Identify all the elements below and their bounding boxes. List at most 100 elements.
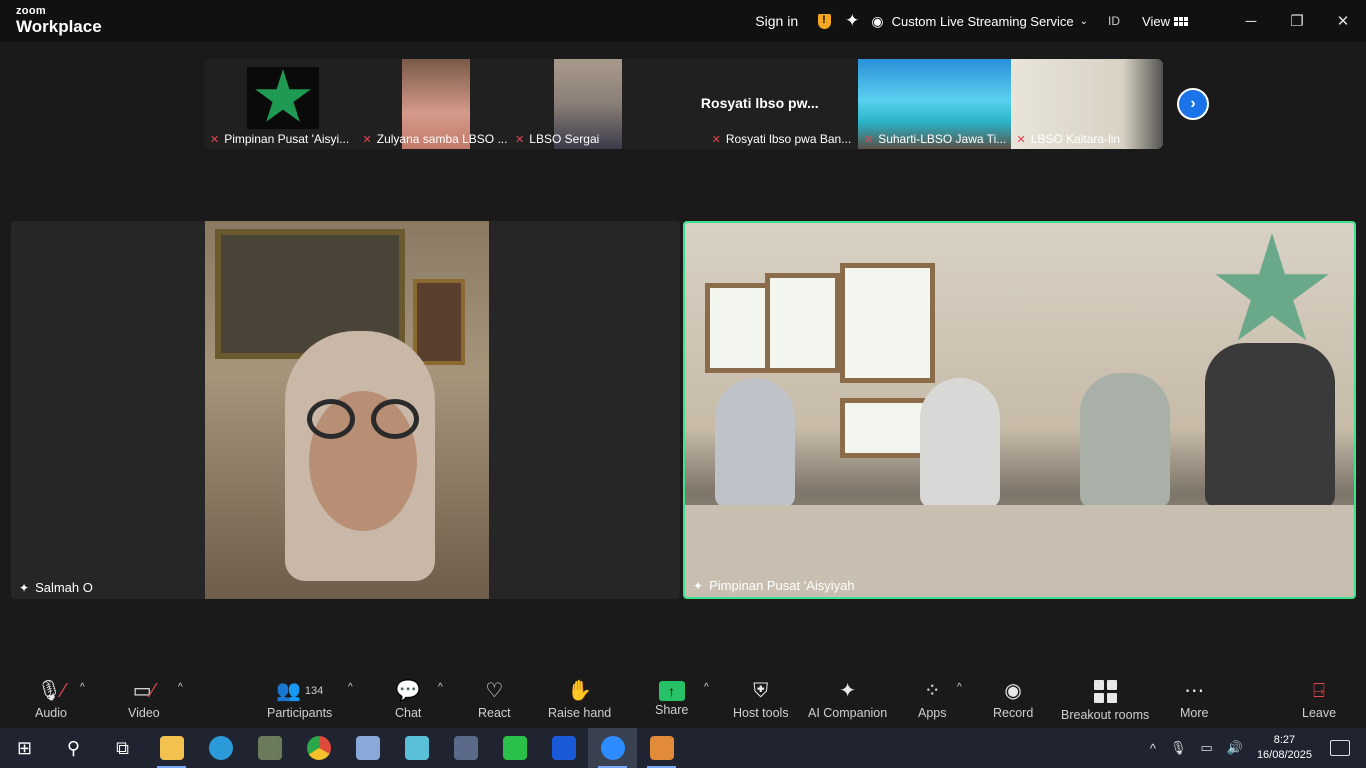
view-grid-icon[interactable] — [1174, 16, 1188, 26]
green-app-button[interactable] — [490, 728, 539, 768]
microphone-icon[interactable]: 🎙 — [1170, 740, 1187, 756]
muted-mic-icon: ✕ — [1016, 133, 1026, 146]
chevron-down-icon[interactable]: ⌄ — [1080, 16, 1088, 27]
react-button[interactable]: ♡ React — [478, 678, 511, 720]
logo-top-text: zoom — [16, 5, 46, 17]
participants-button[interactable]: 👥 134 Participants — [267, 678, 332, 720]
share-options-caret[interactable]: ^ — [704, 682, 709, 693]
media-app-button[interactable] — [637, 728, 686, 768]
video-tile-right-active-speaker[interactable]: ✦ Pimpinan Pusat 'Aisyiyah — [683, 221, 1356, 599]
logo-bottom-text: Workplace — [16, 17, 102, 36]
participant-video — [685, 223, 1354, 597]
apps-options-caret[interactable]: ^ — [957, 682, 962, 693]
notification-icon[interactable] — [1330, 740, 1350, 756]
aisyiyah-emblem-icon — [247, 67, 319, 129]
participant-thumbnail[interactable]: ✕ LBSO Kaltara-lin — [1010, 59, 1163, 149]
chat-button[interactable]: 💬 Chat — [395, 678, 421, 720]
participant-name: ✕ Rosyati lbso pwa Ban... — [711, 132, 852, 146]
blue-app-button[interactable] — [539, 728, 588, 768]
leave-button[interactable]: ⍈ Leave — [1302, 678, 1336, 720]
system-clock[interactable]: 8:27 16/08/2025 — [1257, 733, 1312, 763]
participants-options-caret[interactable]: ^ — [348, 682, 353, 693]
file-explorer-button[interactable] — [147, 728, 196, 768]
video-button[interactable]: ▭⁄ Video — [128, 678, 160, 720]
task-view-button[interactable]: ⧉ — [98, 728, 147, 768]
apps-button[interactable]: ⁘ Apps — [918, 678, 947, 720]
search-button[interactable]: ⚲ — [49, 728, 98, 768]
chat-options-caret[interactable]: ^ — [438, 682, 443, 693]
more-button[interactable]: ⋯ More — [1180, 678, 1208, 720]
notes-button[interactable] — [392, 728, 441, 768]
share-arrow-icon: ↑ — [658, 681, 685, 701]
zoom-workplace-logo: zoom Workplace — [16, 5, 102, 36]
restore-button[interactable]: ❐ — [1274, 0, 1320, 42]
shield-icon: ⛨ — [753, 680, 769, 702]
app-icon — [257, 736, 282, 760]
hand-icon: ✋ — [567, 680, 593, 702]
participant-thumbnail[interactable]: Rosyati lbso pw... ✕ Rosyati lbso pwa Ban… — [661, 59, 858, 149]
aisyiyah-emblem-icon — [1215, 233, 1329, 341]
participant-name-label: ✦ Pimpinan Pusat 'Aisyiyah — [693, 578, 855, 593]
ai-sparkle-icon[interactable]: ✦ — [845, 11, 859, 31]
host-tools-button[interactable]: ⛨ Host tools — [733, 678, 789, 720]
more-dots-icon: ⋯ — [1184, 680, 1205, 702]
volume-icon[interactable]: 🔊 — [1227, 740, 1243, 756]
chevron-right-icon: › — [1190, 95, 1196, 112]
zoom-icon — [600, 736, 625, 760]
participant-thumbnail[interactable]: ✕ Suharti-LBSO Jawa Ti... — [857, 59, 1011, 149]
breakout-grid-icon — [1093, 680, 1117, 703]
participant-name: ✕ Suharti-LBSO Jawa Ti... — [863, 132, 1007, 146]
ai-sparkle-icon: ✦ — [839, 680, 856, 702]
paint-button[interactable] — [343, 728, 392, 768]
participant-thumbnail[interactable]: ✕ Pimpinan Pusat 'Aisyi... — [204, 59, 357, 149]
blue-app-icon — [551, 736, 576, 760]
raise-hand-button[interactable]: ✋ Raise hand — [548, 678, 611, 720]
video-tile-left[interactable]: ✦ Salmah O — [11, 221, 680, 599]
minimize-button[interactable]: ─ — [1228, 0, 1274, 42]
notes-icon — [404, 736, 429, 760]
participant-name: ✕ LBSO Kaltara-lin — [1016, 132, 1121, 146]
security-shield-icon[interactable] — [818, 13, 832, 29]
audio-options-caret[interactable]: ^ — [80, 682, 85, 693]
chrome-button[interactable] — [294, 728, 343, 768]
green-app-icon — [502, 736, 527, 760]
breakout-rooms-button[interactable]: Breakout rooms — [1061, 678, 1149, 722]
calculator-button[interactable] — [441, 728, 490, 768]
audio-button[interactable]: 🎙⁄ Audio — [35, 678, 67, 720]
media-icon — [649, 736, 674, 760]
share-button[interactable]: ↑ Share — [655, 678, 688, 717]
folder-icon — [159, 736, 184, 760]
record-button[interactable]: ◉ Record — [993, 678, 1033, 720]
live-stream-icon: ◉ — [871, 12, 884, 29]
next-page-button[interactable]: › — [1177, 88, 1209, 120]
participant-thumbnail[interactable]: ✕ Zulyana samba LBSO ... — [356, 59, 510, 149]
app-button[interactable] — [245, 728, 294, 768]
participant-name: ✕ LBSO Sergai — [515, 132, 600, 146]
meeting-toolbar: 🎙⁄ Audio ^ ▭⁄ Video ^ 👥 134 Participants … — [0, 672, 1366, 728]
meeting-id-label[interactable]: ID — [1108, 14, 1120, 28]
video-off-icon: ▭⁄ — [132, 680, 155, 702]
participant-name: ✕ Zulyana samba LBSO ... — [362, 132, 508, 146]
zoom-taskbar-button[interactable] — [588, 728, 637, 768]
streaming-service-dropdown[interactable]: Custom Live Streaming Service — [892, 14, 1074, 29]
start-button[interactable]: ⊞ — [0, 728, 49, 768]
edge-button[interactable] — [196, 728, 245, 768]
participant-thumbnail[interactable]: ✕ LBSO Sergai — [509, 59, 662, 149]
participant-name: ✕ Pimpinan Pusat 'Aisyi... — [210, 132, 350, 146]
participant-name-label: ✦ Salmah O — [19, 580, 93, 595]
chrome-icon — [306, 736, 331, 760]
participants-icon: 👥 134 — [276, 680, 324, 702]
close-button[interactable]: ✕ — [1320, 0, 1366, 42]
mic-muted-icon: 🎙⁄ — [36, 680, 66, 702]
apps-icon: ⁘ — [923, 680, 941, 702]
sign-in-button[interactable]: Sign in — [755, 13, 798, 29]
participant-strip: ✕ Pimpinan Pusat 'Aisyi... ✕ Zulyana samba… — [204, 59, 1163, 149]
muted-mic-icon: ✕ — [210, 133, 220, 146]
video-options-caret[interactable]: ^ — [178, 682, 183, 693]
windows-logo-icon: ⊞ — [16, 737, 33, 758]
battery-icon[interactable]: ▭ — [1200, 740, 1212, 756]
view-button[interactable]: View — [1142, 14, 1170, 29]
pin-icon: ✦ — [693, 578, 704, 593]
chevron-up-icon[interactable]: ^ — [1150, 741, 1156, 756]
ai-companion-button[interactable]: ✦ AI Companion — [808, 678, 887, 720]
